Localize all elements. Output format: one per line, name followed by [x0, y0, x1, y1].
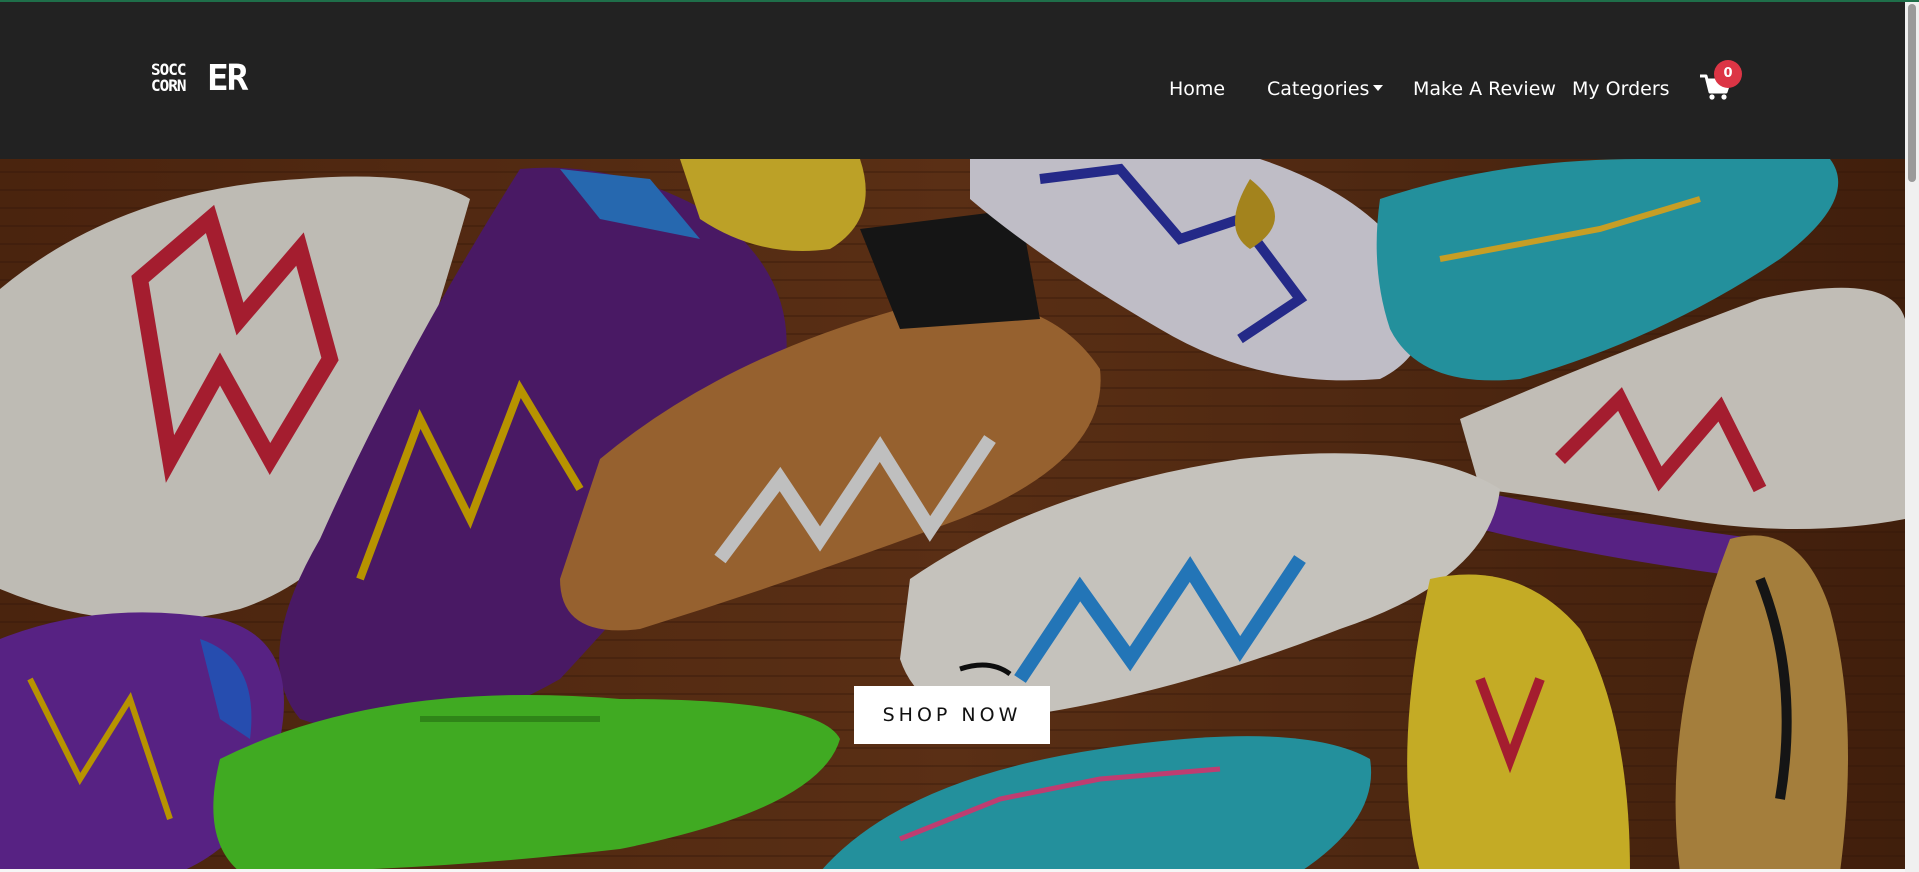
nav-categories-dropdown[interactable]: Categories [1267, 74, 1384, 104]
shop-now-button[interactable]: SHOP NOW [854, 686, 1050, 744]
navbar: SOCC CORN ER Home Categories Make A Revi… [0, 2, 1905, 159]
nav-categories-label: Categories [1267, 78, 1370, 100]
nav-home-link[interactable]: Home [1169, 74, 1225, 104]
cart-count-badge: 0 [1714, 60, 1742, 88]
caret-down-icon [1373, 85, 1384, 91]
hero-image [0, 159, 1905, 872]
scrollbar-thumb[interactable] [1908, 4, 1916, 182]
nav-make-review-link[interactable]: Make A Review [1413, 74, 1556, 104]
hero-banner [0, 159, 1905, 872]
nav-my-orders-link[interactable]: My Orders [1572, 74, 1670, 104]
page-scrollbar[interactable] [1905, 2, 1919, 872]
nav-links: Home Categories Make A Review My Orders [0, 74, 1905, 104]
